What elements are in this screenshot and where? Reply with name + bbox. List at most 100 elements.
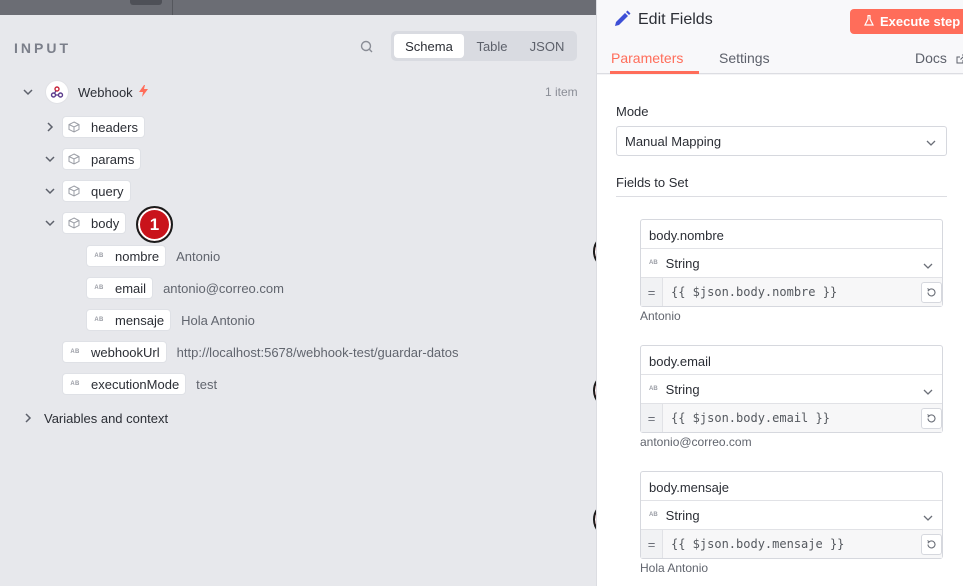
field-value: Antonio bbox=[176, 248, 221, 264]
assignment-result: Antonio bbox=[640, 309, 681, 323]
tab-settings[interactable]: Settings bbox=[719, 50, 770, 66]
assignment-expression[interactable]: = {{ $json.body.mensaje }} bbox=[641, 530, 942, 558]
refresh-icon[interactable] bbox=[921, 282, 942, 303]
field-value: antonio@correo.com bbox=[163, 280, 284, 296]
assignment-expression[interactable]: = {{ $json.body.email }} bbox=[641, 404, 942, 432]
assignment-expression-value[interactable]: {{ $json.body.mensaje }} bbox=[663, 530, 942, 558]
chevron-down-icon[interactable] bbox=[44, 153, 56, 165]
bolt-icon bbox=[138, 84, 148, 100]
field-key: params bbox=[91, 151, 135, 167]
field-pill-executionmode[interactable]: AB executionMode bbox=[62, 373, 187, 395]
assignment-result: antonio@correo.com bbox=[640, 435, 752, 449]
search-icon[interactable] bbox=[358, 38, 376, 56]
refresh-icon[interactable] bbox=[921, 534, 942, 555]
refresh-icon[interactable] bbox=[921, 408, 942, 429]
pencil-icon bbox=[612, 10, 631, 29]
cube-icon bbox=[67, 120, 81, 134]
assignment-type-select[interactable]: AB String bbox=[641, 501, 942, 530]
top-canvas-strip bbox=[0, 0, 596, 15]
field-value: Hola Antonio bbox=[181, 312, 255, 328]
node-title[interactable]: Edit Fields bbox=[638, 11, 713, 29]
schema-row-webhookurl[interactable]: AB webhookUrl http://localhost:5678/webh… bbox=[62, 340, 459, 364]
string-type-icon: AB bbox=[649, 260, 658, 266]
execute-step-button[interactable]: Execute step bbox=[850, 9, 963, 34]
assignment-expression-value[interactable]: {{ $json.body.nombre }} bbox=[663, 278, 942, 306]
schema-row-email[interactable]: AB email antonio@correo.com bbox=[86, 276, 284, 300]
schema-row-executionmode[interactable]: AB executionMode test bbox=[62, 372, 217, 396]
field-key: query bbox=[91, 183, 124, 199]
chevron-down-icon bbox=[923, 511, 933, 521]
chevron-down-icon bbox=[923, 385, 933, 395]
webhook-icon bbox=[45, 80, 69, 104]
chevron-down-icon[interactable] bbox=[22, 86, 34, 98]
field-key: webhookUrl bbox=[91, 344, 160, 360]
field-key: mensaje bbox=[115, 312, 165, 328]
field-value: http://localhost:5678/webhook-test/guard… bbox=[176, 344, 459, 360]
external-link-icon[interactable] bbox=[956, 52, 963, 64]
equals-icon: = bbox=[641, 278, 663, 306]
active-tab-indicator bbox=[610, 71, 699, 74]
assignment-type-select[interactable]: AB String bbox=[641, 375, 942, 404]
chevron-down-icon[interactable] bbox=[44, 217, 56, 229]
flask-icon bbox=[864, 14, 874, 29]
assignment-result: Hola Antonio bbox=[640, 561, 709, 575]
cube-icon bbox=[67, 152, 81, 166]
field-pill-nombre[interactable]: AB nombre bbox=[86, 245, 167, 267]
assignment-type-select[interactable]: AB String bbox=[641, 249, 942, 278]
string-type-icon: AB bbox=[70, 381, 80, 387]
field-pill-params[interactable]: params bbox=[62, 148, 142, 170]
variables-context-row[interactable]: Variables and context bbox=[22, 406, 168, 430]
chevron-down-icon bbox=[926, 136, 936, 146]
webhook-node-row[interactable]: Webhook bbox=[22, 80, 148, 104]
field-value: test bbox=[196, 376, 218, 392]
schema-row-query[interactable]: query bbox=[44, 179, 131, 203]
webhook-node-label: Webhook bbox=[78, 84, 133, 100]
assignment-name-input[interactable]: body.email bbox=[641, 346, 942, 375]
chevron-down-icon[interactable] bbox=[44, 185, 56, 197]
mode-label: Mode bbox=[616, 104, 649, 119]
assignment-name-input[interactable]: body.nombre bbox=[641, 220, 942, 249]
tab-docs[interactable]: Docs bbox=[915, 50, 947, 66]
mode-select-value: Manual Mapping bbox=[625, 133, 722, 149]
field-pill-query[interactable]: query bbox=[62, 180, 131, 202]
tab-parameters[interactable]: Parameters bbox=[611, 50, 683, 66]
node-tabs: Parameters Settings Docs bbox=[597, 42, 963, 74]
annotation-badge-1: 1 bbox=[136, 206, 173, 243]
cube-icon bbox=[67, 216, 81, 230]
mode-select[interactable]: Manual Mapping bbox=[616, 126, 947, 156]
assignment-name-input[interactable]: body.mensaje bbox=[641, 472, 942, 501]
view-option-schema[interactable]: Schema bbox=[394, 34, 464, 58]
chevron-right-icon[interactable] bbox=[44, 121, 56, 133]
chevron-down-icon bbox=[923, 259, 933, 269]
field-key: executionMode bbox=[91, 376, 180, 392]
string-type-icon: AB bbox=[70, 349, 80, 355]
assignment-expression[interactable]: = {{ $json.body.nombre }} bbox=[641, 278, 942, 306]
node-header: Edit Fields Execute step bbox=[597, 0, 963, 42]
field-pill-webhookurl[interactable]: AB webhookUrl bbox=[62, 341, 167, 363]
canvas-tab-handle bbox=[130, 0, 162, 5]
cube-icon bbox=[67, 184, 81, 198]
field-pill-body[interactable]: body bbox=[62, 212, 127, 234]
field-pill-mensaje[interactable]: AB mensaje bbox=[86, 309, 172, 331]
variables-context-label: Variables and context bbox=[44, 410, 169, 426]
item-count: 1 item bbox=[545, 85, 578, 99]
assignment-expression-value[interactable]: {{ $json.body.email }} bbox=[663, 404, 942, 432]
view-toggle: Schema Table JSON bbox=[391, 31, 577, 61]
field-pill-email[interactable]: AB email bbox=[86, 277, 154, 299]
input-title: INPUT bbox=[14, 40, 71, 56]
schema-row-body[interactable]: body bbox=[44, 211, 127, 235]
schema-row-mensaje[interactable]: AB mensaje Hola Antonio bbox=[86, 308, 255, 332]
schema-row-params[interactable]: params bbox=[44, 147, 142, 171]
string-type-icon: AB bbox=[649, 512, 658, 518]
view-option-json[interactable]: JSON bbox=[520, 34, 574, 58]
assignment-card-mensaje: body.mensaje AB String = {{ $json.body.m… bbox=[640, 471, 943, 559]
schema-row-headers[interactable]: headers bbox=[44, 115, 145, 139]
field-key: nombre bbox=[115, 248, 160, 264]
input-panel: INPUT Schema Table JSON Webhook 1 item h… bbox=[0, 15, 596, 586]
view-option-table[interactable]: Table bbox=[464, 34, 520, 58]
field-pill-headers[interactable]: headers bbox=[62, 116, 145, 138]
assignment-card-email: body.email AB String = {{ $json.body.ema… bbox=[640, 345, 943, 433]
assignment-type-value: String bbox=[665, 255, 700, 271]
schema-row-nombre[interactable]: AB nombre Antonio bbox=[86, 244, 220, 268]
chevron-right-icon[interactable] bbox=[22, 412, 34, 424]
